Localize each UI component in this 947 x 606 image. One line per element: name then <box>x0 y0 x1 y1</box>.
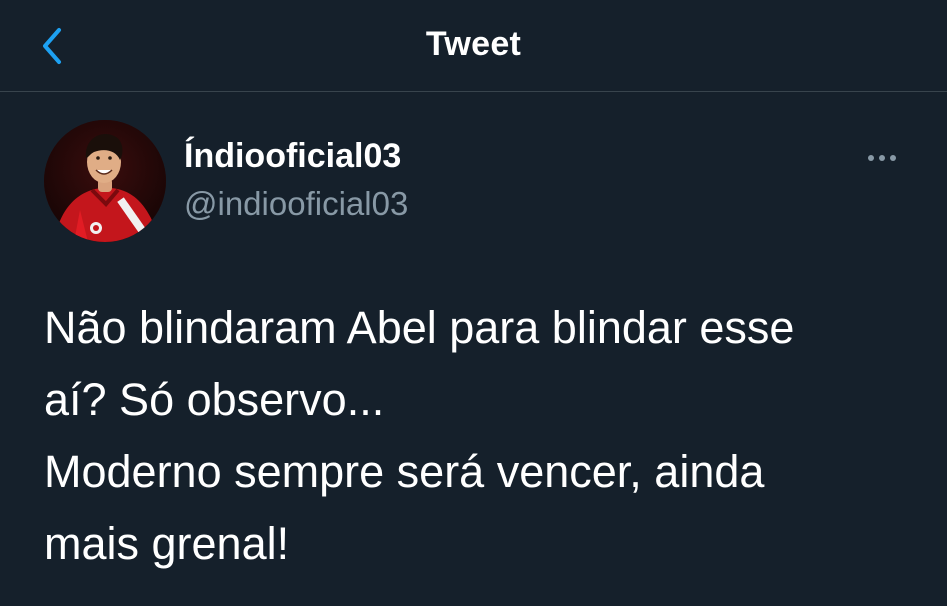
more-horizontal-icon <box>868 155 874 161</box>
display-name[interactable]: Índiooficial03 <box>184 134 401 178</box>
more-options-button[interactable] <box>860 144 904 172</box>
tweet-text: Não blindaram Abel para blindar esse aí?… <box>44 292 904 580</box>
user-handle[interactable]: @indiooficial03 <box>184 182 408 226</box>
avatar[interactable] <box>44 120 166 242</box>
more-horizontal-icon-dot <box>890 155 896 161</box>
more-horizontal-icon-dot <box>879 155 885 161</box>
tweet-text-line: Não blindaram Abel para blindar esse <box>44 302 795 353</box>
tweet-screen: Tweet Índiooficial03 @indiooficial03 Não… <box>0 0 947 606</box>
header-bar: Tweet <box>0 0 947 92</box>
tweet-text-line: aí? Só observo... <box>44 374 385 425</box>
tweet-text-line: mais grenal! <box>44 518 290 569</box>
page-title: Tweet <box>425 25 522 63</box>
avatar-photo <box>44 120 166 242</box>
tweet-text-line: Moderno sempre será vencer, ainda <box>44 446 765 497</box>
tweet-author: Índiooficial03 @indiooficial03 <box>44 120 904 250</box>
